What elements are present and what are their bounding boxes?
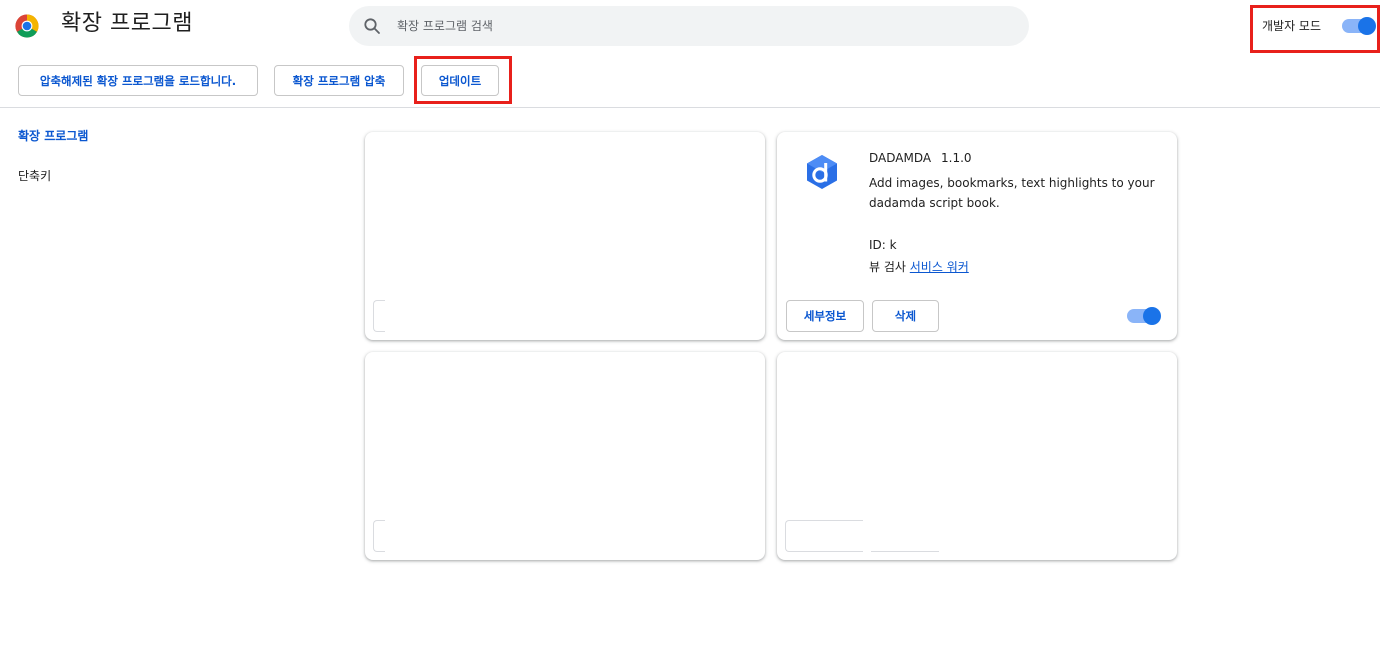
load-unpacked-button[interactable]: 압축해제된 확장 프로그램을 로드합니다. xyxy=(18,65,258,96)
card-button-edge xyxy=(785,520,863,552)
card-button-edge xyxy=(373,520,385,552)
search-icon xyxy=(364,18,380,34)
extension-name: DADAMDA xyxy=(869,151,932,165)
toolbar-divider xyxy=(0,107,1380,108)
card-button-edge xyxy=(373,300,385,332)
extension-card-blank xyxy=(365,132,765,340)
pack-extension-button[interactable]: 확장 프로그램 압축 xyxy=(274,65,404,96)
service-worker-link[interactable]: 서비스 워커 xyxy=(910,260,969,274)
card-buttons-ghost xyxy=(785,520,939,552)
search-input[interactable] xyxy=(395,6,995,46)
extension-version: 1.1.0 xyxy=(941,151,972,165)
dadamda-logo-icon xyxy=(807,155,837,189)
toggle-knob xyxy=(1358,17,1376,35)
search-box[interactable] xyxy=(349,6,1029,46)
developer-mode-label: 개발자 모드 xyxy=(1262,19,1322,33)
extension-card-blank xyxy=(777,352,1177,560)
extension-id: ID: k xyxy=(869,238,897,252)
extension-description: Add images, bookmarks, text highlights t… xyxy=(869,176,1155,210)
page-title: 확장 프로그램 xyxy=(61,11,193,36)
developer-mode-toggle[interactable] xyxy=(1342,17,1376,35)
extension-enable-toggle[interactable] xyxy=(1127,307,1161,325)
remove-button[interactable]: 삭제 xyxy=(872,300,939,332)
extension-card-blank xyxy=(365,352,765,560)
inspect-views-label: 뷰 검사 xyxy=(869,260,906,274)
card-button-edge xyxy=(871,551,939,552)
toggle-knob xyxy=(1143,307,1161,325)
update-button[interactable]: 업데이트 xyxy=(421,65,499,96)
details-button[interactable]: 세부정보 xyxy=(786,300,864,332)
sidebar-item-extensions[interactable]: 확장 프로그램 xyxy=(18,128,88,144)
inspect-views: 뷰 검사 서비스 워커 xyxy=(869,258,969,275)
header: 확장 프로그램 xyxy=(0,0,1380,52)
sidebar-item-shortcuts[interactable]: 단축키 xyxy=(18,168,51,184)
chrome-logo-icon xyxy=(15,14,39,38)
extension-card-dadamda: DADAMDA 1.1.0 Add images, bookmarks, tex… xyxy=(777,132,1177,340)
